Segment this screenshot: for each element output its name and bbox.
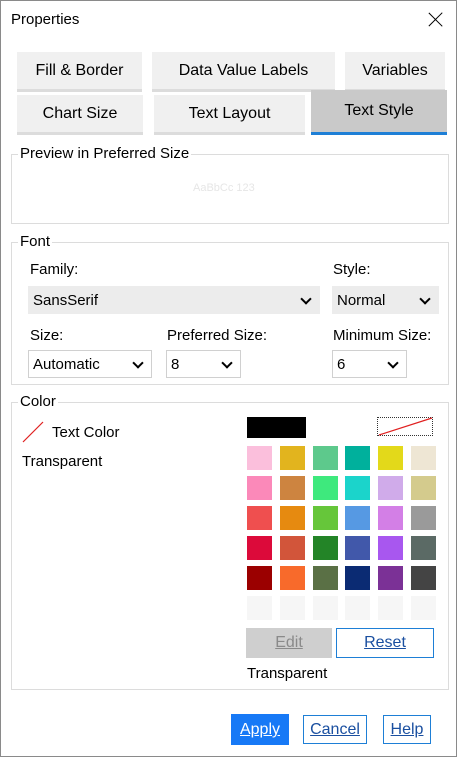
color-swatch[interactable]	[247, 476, 272, 500]
tab-variables[interactable]: Variables	[345, 52, 445, 92]
family-value: SansSerif	[33, 292, 99, 309]
tab-variables-label: Variables	[362, 62, 428, 79]
preview-group-title: Preview in Preferred Size	[18, 145, 192, 162]
color-swatch[interactable]	[280, 476, 305, 500]
color-swatch[interactable]	[280, 566, 305, 590]
tab-underline	[17, 132, 143, 135]
color-swatch[interactable]	[411, 476, 436, 500]
minimum-size-label: Minimum Size:	[333, 327, 432, 344]
tab-data-value-labels-label: Data Value Labels	[178, 62, 309, 79]
tab-chart-size[interactable]: Chart Size	[17, 95, 143, 135]
apply-button[interactable]: Apply	[231, 714, 289, 745]
color-swatch[interactable]	[345, 536, 370, 560]
color-swatch[interactable]	[247, 536, 272, 560]
chevron-down-icon	[132, 357, 144, 369]
font-group-title: Font	[18, 233, 53, 250]
window-title: Properties	[11, 11, 80, 28]
color-swatch[interactable]	[411, 536, 436, 560]
help-button[interactable]: Help	[383, 715, 431, 744]
tab-text-style[interactable]: Text Style	[311, 90, 447, 135]
title-bar: Properties	[1, 1, 456, 39]
apply-button-label: Apply	[239, 721, 281, 738]
color-swatch[interactable]	[345, 446, 370, 470]
tab-fill-border-label: Fill & Border	[35, 62, 124, 79]
color-swatch[interactable]	[247, 506, 272, 530]
tab-text-layout[interactable]: Text Layout	[154, 95, 305, 135]
tab-data-value-labels[interactable]: Data Value Labels	[152, 52, 335, 92]
preview-sample-text: AaBbCc 123	[193, 182, 255, 194]
color-swatch[interactable]	[378, 596, 403, 620]
color-swatch[interactable]	[280, 596, 305, 620]
color-swatch[interactable]	[247, 566, 272, 590]
help-button-label: Help	[390, 721, 424, 738]
reset-button-label: Reset	[364, 634, 406, 651]
transparent-swatch-slash	[378, 417, 433, 436]
current-color-value: Transparent	[22, 453, 103, 470]
color-group-title: Color	[18, 393, 58, 410]
cancel-button-label: Cancel	[310, 721, 360, 738]
chevron-down-icon	[419, 293, 431, 305]
color-swatch[interactable]	[313, 506, 338, 530]
color-swatch[interactable]	[345, 506, 370, 530]
tab-chart-size-label: Chart Size	[42, 105, 118, 122]
preferred-size-value: 8	[171, 356, 180, 373]
color-swatch[interactable]	[378, 446, 403, 470]
color-swatch[interactable]	[345, 596, 370, 620]
color-swatch[interactable]	[313, 596, 338, 620]
tab-text-layout-label: Text Layout	[188, 105, 271, 122]
style-value: Normal	[337, 292, 386, 309]
color-swatch[interactable]	[411, 596, 436, 620]
style-label: Style:	[333, 261, 371, 278]
size-label: Size:	[30, 327, 64, 344]
selected-color-label: Transparent	[247, 665, 328, 682]
color-swatch[interactable]	[280, 446, 305, 470]
color-swatch[interactable]	[378, 566, 403, 590]
color-swatch[interactable]	[411, 566, 436, 590]
minimum-size-select[interactable]: 6	[332, 350, 407, 378]
color-swatch[interactable]	[411, 446, 436, 470]
size-value: Automatic	[33, 356, 100, 373]
color-swatch[interactable]	[313, 566, 338, 590]
style-select[interactable]: Normal	[332, 286, 439, 314]
color-swatch[interactable]	[378, 536, 403, 560]
color-swatch[interactable]	[313, 536, 338, 560]
close-icon[interactable]	[425, 9, 447, 31]
color-swatch[interactable]	[313, 446, 338, 470]
color-swatch[interactable]	[280, 506, 305, 530]
color-swatch[interactable]	[247, 596, 272, 620]
color-swatch[interactable]	[345, 476, 370, 500]
color-swatch[interactable]	[247, 446, 272, 470]
chevron-down-icon	[221, 357, 233, 369]
color-swatch[interactable]	[280, 536, 305, 560]
transparent-swatch[interactable]	[377, 417, 433, 436]
tab-strip: Fill & Border Data Value Labels Variable…	[2, 40, 455, 135]
tab-underline	[17, 89, 142, 92]
cancel-button[interactable]: Cancel	[303, 715, 367, 744]
color-swatch[interactable]	[345, 566, 370, 590]
reset-button[interactable]: Reset	[336, 628, 434, 658]
edit-button-label: Edit	[275, 634, 303, 651]
color-swatch[interactable]	[378, 476, 403, 500]
tab-fill-border[interactable]: Fill & Border	[17, 52, 142, 92]
properties-dialog: Properties Fill & Border Data Value Labe…	[0, 0, 457, 757]
edit-button[interactable]: Edit	[246, 628, 332, 658]
text-color-label: Text Color	[52, 424, 120, 441]
tab-text-style-label: Text Style	[344, 102, 414, 119]
color-swatch[interactable]	[313, 476, 338, 500]
color-swatch[interactable]	[378, 506, 403, 530]
transparent-color-icon	[22, 421, 44, 443]
tab-underline	[154, 132, 305, 135]
size-select[interactable]: Automatic	[28, 350, 152, 378]
family-label: Family:	[30, 261, 79, 278]
color-swatch[interactable]	[411, 506, 436, 530]
family-select[interactable]: SansSerif	[28, 286, 320, 314]
tab-active-underline	[311, 132, 447, 135]
black-swatch[interactable]	[247, 417, 306, 438]
preferred-size-select[interactable]: 8	[166, 350, 241, 378]
preferred-size-label: Preferred Size:	[167, 327, 268, 344]
minimum-size-value: 6	[337, 356, 346, 373]
chevron-down-icon	[387, 357, 399, 369]
tab-underline	[152, 89, 335, 92]
chevron-down-icon	[300, 293, 312, 305]
